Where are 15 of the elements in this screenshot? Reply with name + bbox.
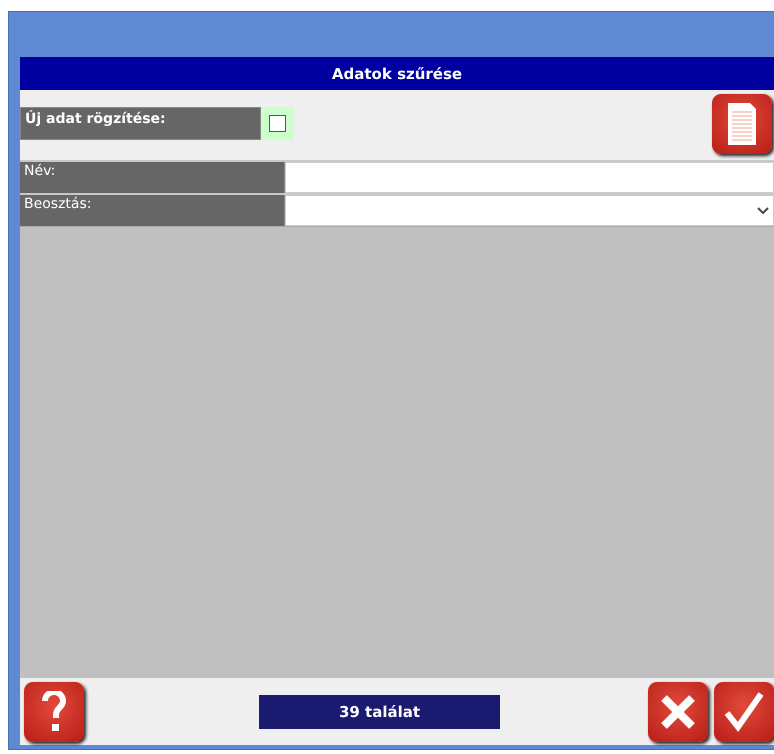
document-button[interactable] <box>712 94 772 154</box>
document-icon <box>727 102 757 146</box>
close-icon <box>659 692 697 730</box>
question-icon <box>42 690 66 732</box>
field-label: Beosztás: <box>20 195 285 226</box>
help-button[interactable] <box>24 682 84 742</box>
cancel-button[interactable] <box>648 682 708 742</box>
result-count: 39 találat <box>259 694 500 728</box>
field-label: Név: <box>20 162 285 193</box>
confirm-button[interactable] <box>714 682 774 742</box>
new-record-checkbox[interactable] <box>269 115 286 132</box>
name-input[interactable] <box>285 162 774 193</box>
checkmark-icon <box>724 690 764 732</box>
new-record-label: Új adat rögzítése: <box>20 107 261 140</box>
dialog-title: Adatok szűrése <box>20 57 774 90</box>
